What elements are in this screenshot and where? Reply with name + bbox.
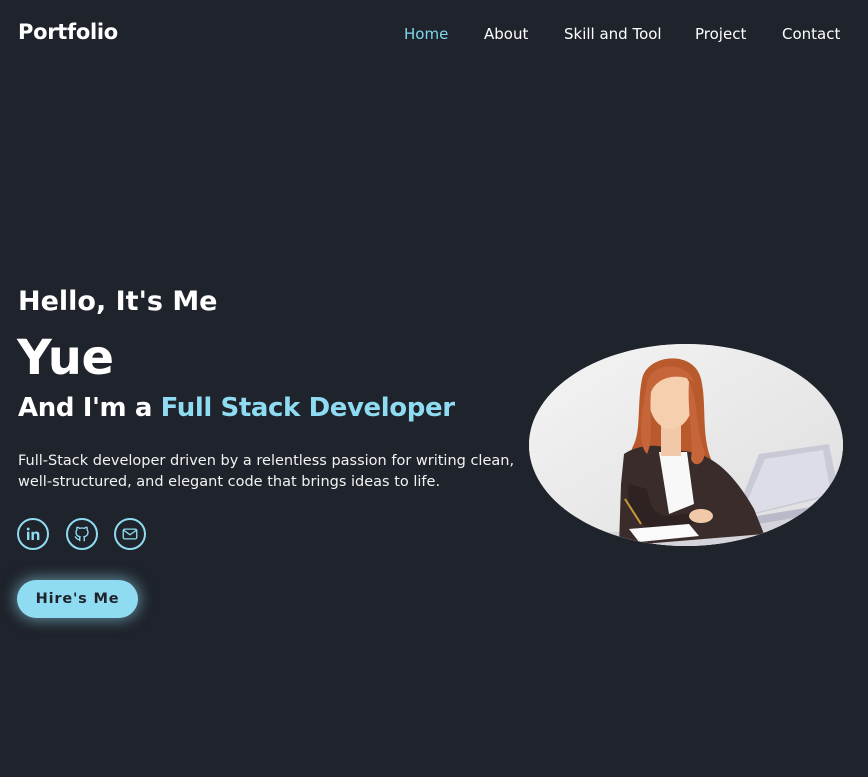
profile-illustration <box>529 344 843 546</box>
linkedin-icon <box>24 525 42 543</box>
nav-contact[interactable]: Contact <box>782 25 840 43</box>
hero-name: Yue <box>17 330 114 386</box>
hire-me-button[interactable]: Hire's Me <box>17 580 138 618</box>
nav-skill-and-tool[interactable]: Skill and Tool <box>564 25 662 43</box>
nav-home[interactable]: Home <box>404 25 448 43</box>
main-nav: Home About Skill and Tool Project Contac… <box>0 25 868 45</box>
github-link[interactable] <box>66 518 98 550</box>
hero-greeting: Hello, It's Me <box>18 286 218 317</box>
role-accent: Full Stack Developer <box>160 393 455 423</box>
woman-at-laptop-illustration <box>529 344 843 546</box>
site-header: Portfolio Home About Skill and Tool Proj… <box>0 0 868 68</box>
nav-project[interactable]: Project <box>695 25 746 43</box>
mail-icon <box>121 525 139 543</box>
role-prefix: And I'm a <box>18 393 161 423</box>
github-icon <box>73 525 91 543</box>
hero-description: Full-Stack developer driven by a relentl… <box>18 453 515 490</box>
linkedin-link[interactable] <box>17 518 49 550</box>
email-link[interactable] <box>114 518 146 550</box>
hero-role: And I'm a Full Stack Developer <box>18 393 455 423</box>
nav-about[interactable]: About <box>484 25 528 43</box>
